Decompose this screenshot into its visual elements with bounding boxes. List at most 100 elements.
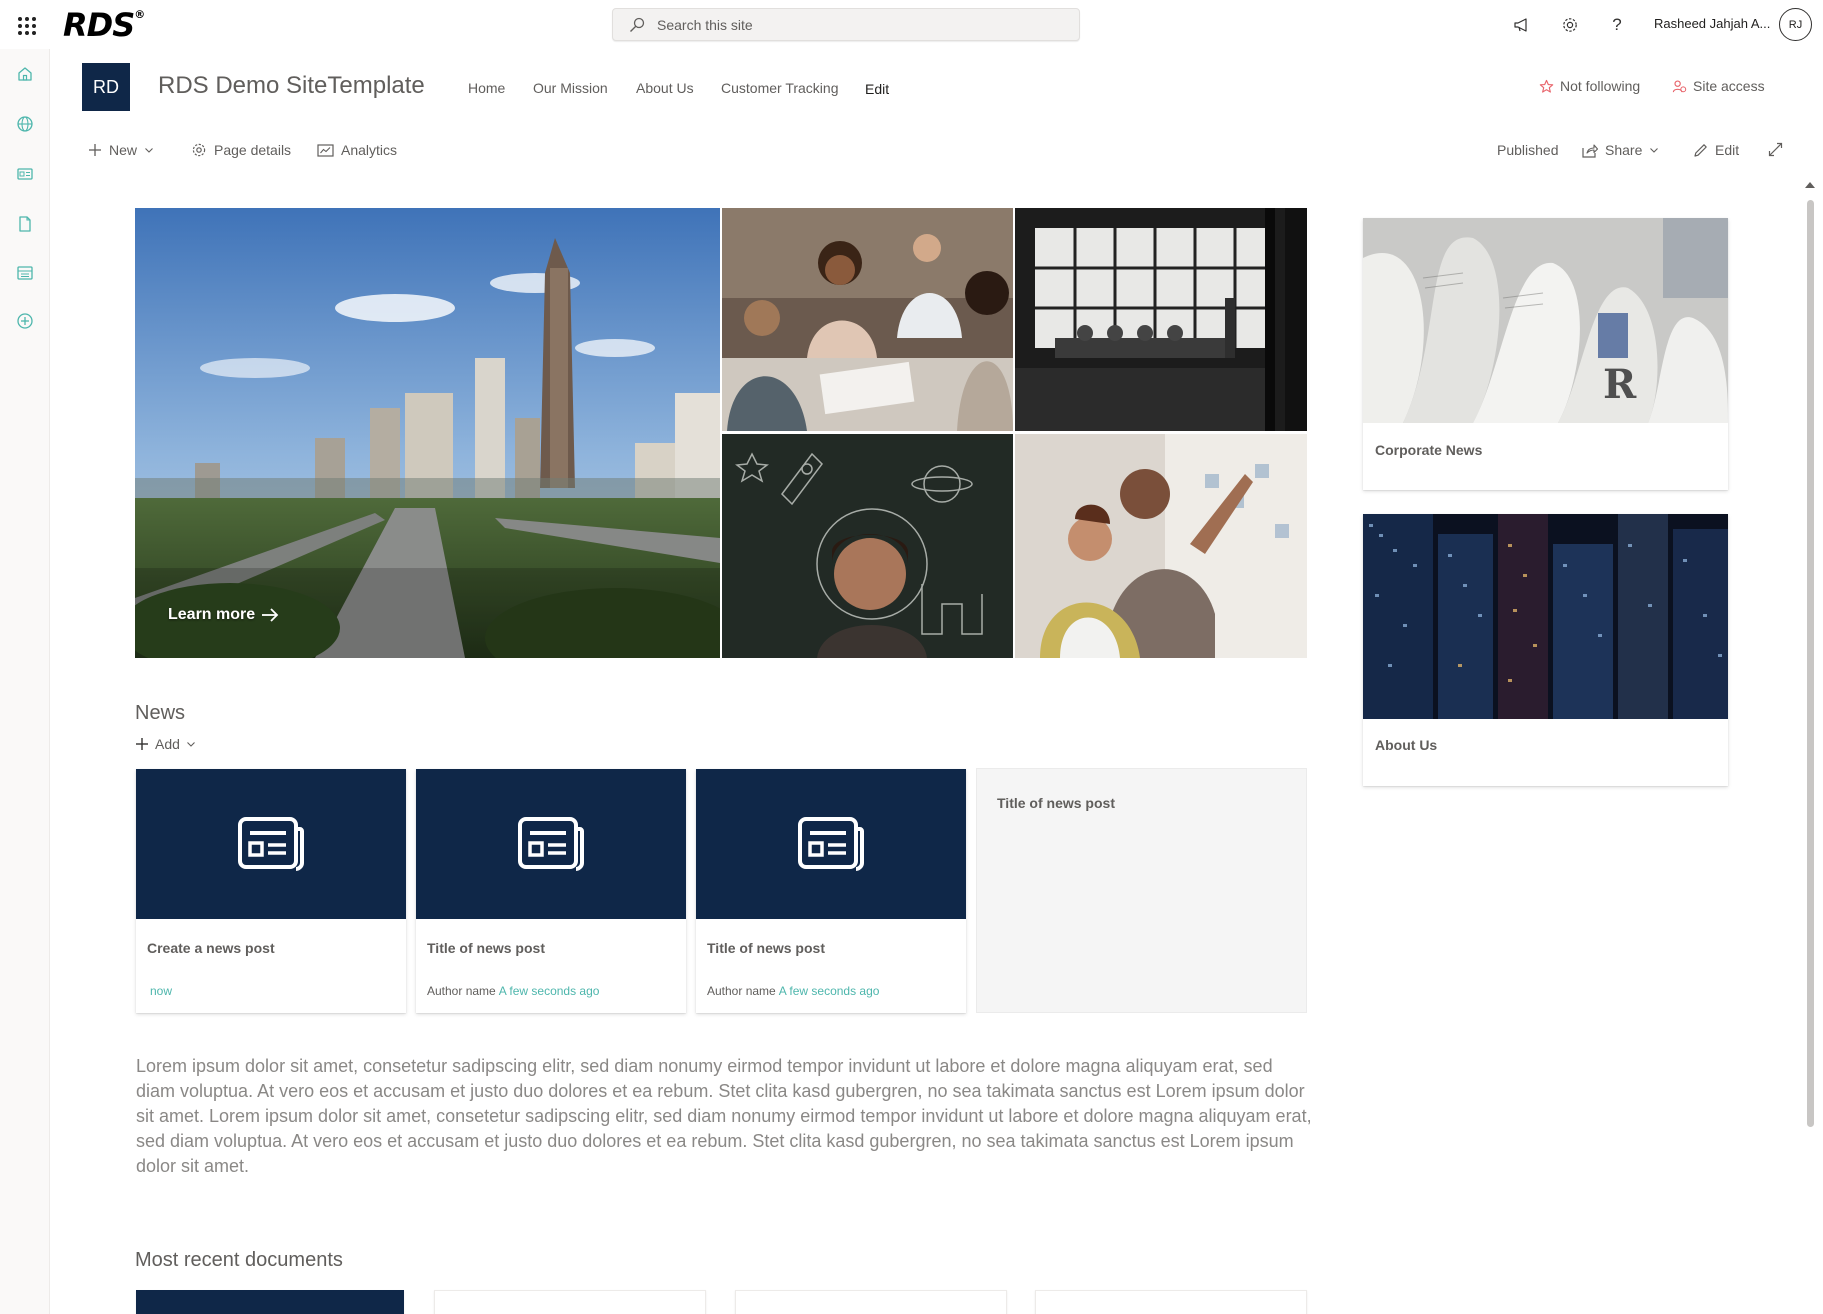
news-icon	[518, 817, 584, 871]
chevron-down-icon	[187, 742, 195, 747]
news-card-author: Author name	[427, 984, 496, 998]
documents-section-title: Most recent documents	[135, 1249, 343, 1271]
news-card-meta: Author name A few seconds ago	[427, 984, 599, 998]
globe-icon[interactable]	[13, 112, 37, 136]
night-skyscrapers-image	[1363, 514, 1728, 719]
share-button[interactable]: Share	[1582, 142, 1659, 158]
news-section-title: News	[135, 702, 186, 724]
brand-logo[interactable]: RDS®	[63, 6, 145, 44]
edit-page-button[interactable]: Edit	[1693, 142, 1739, 158]
learn-more-label: Learn more	[168, 606, 256, 623]
site-title[interactable]: RDS Demo SiteTemplate	[158, 72, 425, 100]
whiteboard-collaboration-image	[1015, 434, 1307, 658]
news-card-author: Author name	[707, 984, 776, 998]
team-meeting-image	[722, 208, 1013, 431]
nav-about-us[interactable]: About Us	[636, 80, 694, 96]
share-icon	[1582, 143, 1598, 158]
learn-more-link[interactable]: Learn more	[168, 606, 279, 624]
analytics-label: Analytics	[341, 142, 398, 158]
published-label: Published	[1497, 142, 1559, 158]
document-card[interactable]	[434, 1290, 706, 1314]
news-card[interactable]: Title of news post Author name A few seco…	[696, 769, 966, 1013]
child-chalkboard-image	[722, 434, 1013, 658]
nav-our-mission[interactable]: Our Mission	[533, 80, 608, 96]
hero-tile-whiteboard[interactable]	[1015, 434, 1307, 658]
hero-tile-main[interactable]	[135, 208, 720, 658]
conference-room-image	[1015, 208, 1307, 431]
scrollbar-thumb[interactable]	[1807, 200, 1814, 1127]
analytics-button[interactable]: Analytics	[317, 142, 397, 158]
document-icon[interactable]	[13, 212, 37, 236]
waffle-icon[interactable]	[13, 12, 39, 38]
site-logo[interactable]: RD	[82, 63, 130, 111]
user-avatar[interactable]: RJ	[1779, 8, 1812, 41]
settings-icon[interactable]	[1557, 12, 1583, 38]
news-add-button[interactable]: Add	[135, 736, 196, 752]
not-following-label: Not following	[1560, 78, 1641, 94]
list-icon[interactable]	[13, 261, 37, 285]
news-card-title: Title of news post	[427, 940, 545, 956]
new-button[interactable]: New	[88, 142, 154, 158]
plus-icon	[136, 738, 148, 750]
people-icon	[1672, 80, 1687, 92]
news-thumbnail	[696, 769, 966, 919]
star-icon	[1539, 79, 1554, 93]
news-card-time: now	[150, 984, 173, 998]
site-access-button[interactable]: Site access	[1672, 78, 1765, 94]
scroll-up-arrow[interactable]	[1805, 182, 1815, 188]
document-card[interactable]	[136, 1290, 404, 1314]
quick-link-about-us[interactable]: About Us	[1363, 514, 1728, 786]
body-text: Lorem ipsum dolor sit amet, consetetur s…	[136, 1056, 1312, 1176]
news-card-text-only[interactable]: Title of news post	[976, 768, 1307, 1013]
pencil-icon	[1694, 143, 1707, 157]
news-icon	[238, 817, 304, 871]
user-name[interactable]: Rasheed Jahjah A...	[1654, 16, 1770, 31]
news-icon	[798, 817, 864, 871]
nav-edit[interactable]: Edit	[865, 81, 889, 97]
site-access-label: Site access	[1693, 78, 1765, 94]
expand-button[interactable]	[1768, 142, 1783, 157]
page-details-button[interactable]: Page details	[191, 142, 291, 158]
hero-tile-office[interactable]	[1015, 208, 1307, 431]
hero-tile-team[interactable]	[722, 208, 1013, 431]
newspapers-image: R	[1363, 218, 1728, 423]
home-icon[interactable]	[13, 62, 37, 86]
news-card-meta: Author name A few seconds ago	[707, 984, 879, 998]
help-icon[interactable]: ?	[1604, 12, 1630, 38]
plus-icon	[89, 144, 101, 156]
svg-text:R: R	[1603, 361, 1637, 408]
news-card-title: Title of news post	[997, 795, 1115, 811]
chevron-down-icon	[1650, 148, 1659, 153]
news-card[interactable]: Title of news post Author name A few seco…	[416, 769, 686, 1013]
quick-link-corporate-news[interactable]: R Corporate News	[1363, 218, 1728, 490]
news-thumbnail	[136, 769, 406, 919]
published-status: Published	[1497, 142, 1559, 158]
add-circle-icon[interactable]	[13, 309, 37, 333]
news-card-title: Create a news post	[147, 940, 275, 956]
new-label: New	[109, 142, 138, 158]
analytics-icon	[317, 143, 334, 157]
left-app-rail	[0, 49, 50, 1314]
megaphone-icon[interactable]	[1509, 12, 1535, 38]
search-box[interactable]: Search this site	[612, 8, 1080, 41]
document-card[interactable]	[1035, 1290, 1307, 1314]
quick-link-label: About Us	[1375, 737, 1438, 753]
news-thumbnail	[416, 769, 686, 919]
page-details-label: Page details	[214, 142, 292, 158]
arrow-right-icon	[262, 608, 279, 622]
news-card[interactable]: Create a news post now	[136, 769, 406, 1013]
nav-home[interactable]: Home	[468, 80, 505, 96]
chevron-down-icon	[145, 148, 153, 153]
news-card-time: A few seconds ago	[498, 984, 600, 998]
search-icon	[630, 17, 645, 32]
gear-icon	[192, 143, 206, 157]
news-card-meta: now	[147, 984, 172, 998]
search-placeholder: Search this site	[657, 16, 753, 33]
follow-button[interactable]: Not following	[1539, 78, 1640, 94]
suite-bar: RDS® Search this site ? Rasheed Jahjah A…	[0, 0, 1823, 49]
hero-tile-child[interactable]	[722, 434, 1013, 658]
nav-customer-tracking[interactable]: Customer Tracking	[721, 80, 838, 96]
share-label: Share	[1605, 142, 1643, 158]
document-card[interactable]	[735, 1290, 1007, 1314]
news-icon[interactable]	[13, 162, 37, 186]
